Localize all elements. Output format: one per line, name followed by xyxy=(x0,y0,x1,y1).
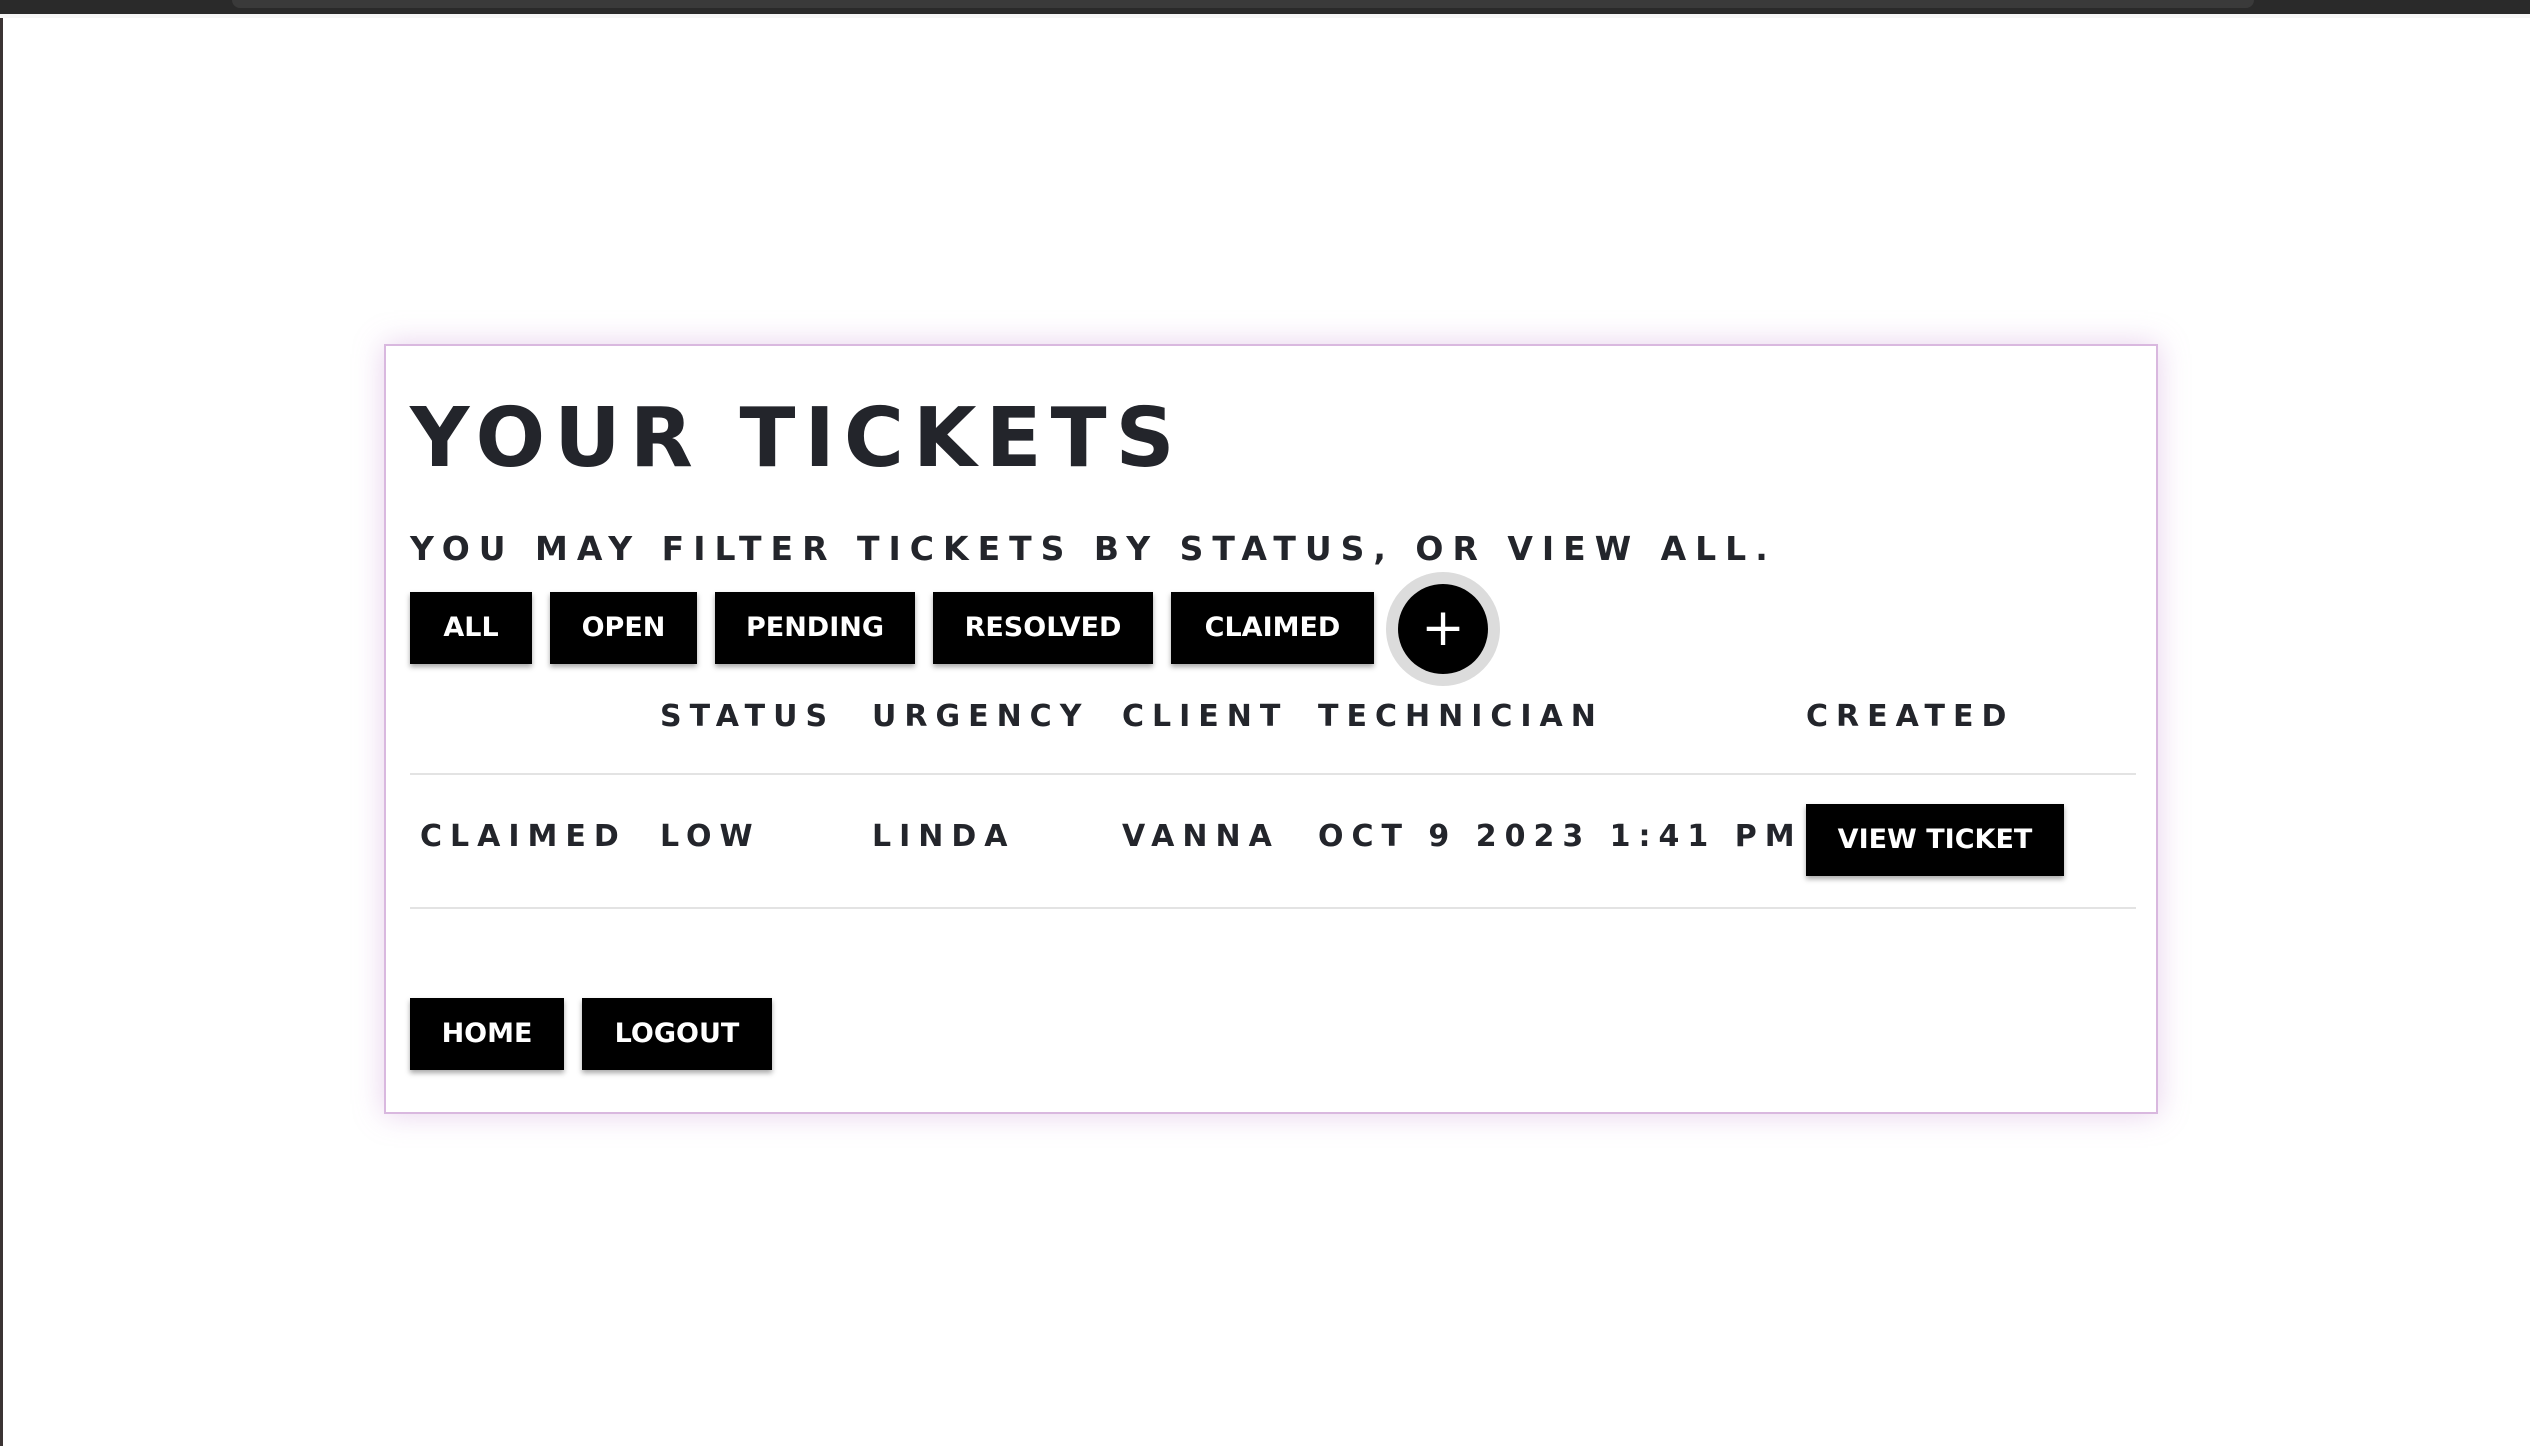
page-subtitle: YOU MAY FILTER TICKETS BY STATUS, OR VIE… xyxy=(410,529,1777,568)
row-client: LINDA xyxy=(872,819,1016,854)
table-divider-top xyxy=(410,773,2136,775)
row-created: OCT 9 2023 1:41 PM xyxy=(1318,819,1803,854)
filter-all-button[interactable]: ALL xyxy=(410,592,532,664)
view-ticket-button[interactable]: VIEW TICKET xyxy=(1806,804,2064,876)
filter-pending-button[interactable]: PENDING xyxy=(715,592,915,664)
column-header-urgency: URGENCY xyxy=(872,699,1090,734)
add-ticket-button[interactable]: + xyxy=(1398,584,1488,674)
tickets-card: YOUR TICKETS YOU MAY FILTER TICKETS BY S… xyxy=(384,344,2158,1114)
column-header-created: CREATED xyxy=(1806,699,2015,734)
table-divider-bottom xyxy=(410,907,2136,909)
filter-open-button[interactable]: OPEN xyxy=(550,592,697,664)
filter-claimed-button[interactable]: CLAIMED xyxy=(1171,592,1374,664)
row-urgency: LOW xyxy=(660,819,761,854)
window-left-edge xyxy=(0,0,3,1446)
home-button[interactable]: HOME xyxy=(410,998,564,1070)
window-top-bar-edge xyxy=(0,14,2530,18)
column-header-technician: TECHNICIAN xyxy=(1318,699,1604,734)
filter-resolved-button[interactable]: RESOLVED xyxy=(933,592,1153,664)
page-title: YOUR TICKETS xyxy=(410,391,1184,486)
plus-icon: + xyxy=(1421,598,1465,658)
logout-button[interactable]: LOGOUT xyxy=(582,998,772,1070)
column-header-status: STATUS xyxy=(660,699,836,734)
window-top-bar-inner xyxy=(232,0,2254,8)
row-technician: VANNA xyxy=(1122,819,1280,854)
column-header-client: CLIENT xyxy=(1122,699,1289,734)
row-status: CLAIMED xyxy=(420,819,627,854)
